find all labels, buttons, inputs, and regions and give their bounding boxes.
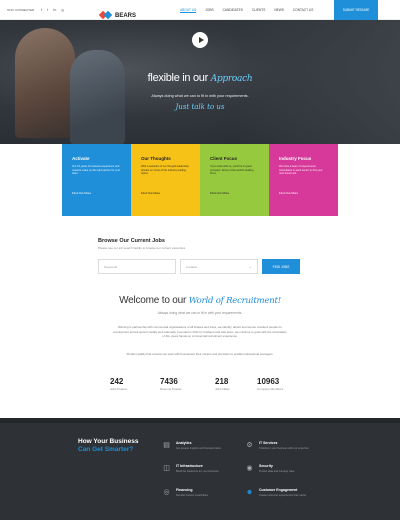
stat-jobs-posted: 242 Jobs Posted (110, 377, 127, 391)
server-icon: ◫ (163, 465, 170, 472)
services-heading: How Your Business Can Get Smarter? (78, 438, 138, 454)
service-title: Analytics (176, 441, 192, 445)
service-analytics[interactable]: ▤ Analytics Get greater insights and for… (162, 441, 242, 450)
service-title: Customer Engagement (259, 488, 298, 492)
tile-more-link[interactable]: Find Out More (279, 191, 298, 195)
tile-industry-focus: Industry Focus We have a team of experie… (269, 144, 338, 216)
service-desc: Get greater insights and forecast better… (176, 447, 222, 450)
stat-number: 218 (215, 377, 229, 386)
tile-thoughts: Our Thoughts With a selection of our tho… (131, 144, 200, 216)
footer-strip (0, 418, 400, 423)
tile-title: Our Thoughts (141, 156, 171, 161)
chevron-down-icon: ⌄ (248, 264, 252, 269)
stay-connected-label: STAY CONNECTED (7, 7, 35, 12)
chart-icon: ▤ (163, 442, 170, 449)
welcome-title-main: Welcome to our (119, 295, 187, 306)
service-desc: Protect data and manage risks. (259, 470, 295, 473)
nav-contact[interactable]: CONTACT US (293, 8, 313, 13)
nav-about[interactable]: ABOUT US (180, 8, 197, 13)
lock-icon: ◉ (246, 465, 253, 472)
submit-resume-button[interactable]: SUBMIT RESUME (334, 0, 378, 20)
tile-title: Industry Focus (279, 156, 312, 161)
welcome-paragraph: Product quality that ensures we work wit… (126, 352, 274, 356)
stat-label: Jobs Posted (110, 387, 127, 391)
tile-text: We have a team of experienced consultant… (279, 165, 323, 176)
gear-icon: ⚙ (246, 442, 253, 449)
service-desc: Transform your business with our experti… (259, 447, 310, 450)
feature-tiles: Activate Our 15 years of business experi… (62, 144, 338, 216)
stat-label: Resume Posted (160, 387, 182, 391)
top-header: STAY CONNECTED f t in g BEARS RECRUITMEN… (0, 0, 400, 25)
facebook-icon[interactable]: f (41, 7, 42, 12)
service-security[interactable]: ◉ Security Protect data and manage risks… (245, 464, 325, 473)
stat-label: Jobs Filled (215, 387, 230, 391)
hero-title-accent: Approach (210, 74, 253, 84)
keywords-placeholder: Keywords (104, 265, 118, 269)
tile-text: If you work with us, you'll be in good c… (210, 165, 254, 176)
jobs-heading: Browse Our Current Jobs (98, 238, 165, 244)
tile-activate: Activate Our 15 years of business experi… (62, 144, 131, 216)
location-placeholder: Location (186, 265, 198, 269)
tile-more-link[interactable]: Find Out More (141, 191, 160, 195)
linkedin-icon[interactable]: in (53, 7, 56, 12)
welcome-title: Welcome to our World of Recruitment! (0, 295, 400, 306)
service-title: IT Services (259, 441, 278, 445)
stat-resume-posted: 7436 Resume Posted (160, 377, 181, 391)
tile-text: Our 15 years of business experience and … (72, 165, 121, 176)
nav-clients[interactable]: CLIENTS (252, 8, 265, 13)
play-video-icon[interactable] (192, 32, 208, 48)
jobs-subheading: Please use our job search facility to br… (98, 246, 186, 250)
stat-number: 10963 (257, 377, 280, 386)
coin-icon: ◎ (163, 489, 170, 496)
hero-title-main: flexible in our (147, 72, 209, 84)
logo-text: BEARS (115, 13, 137, 19)
stat-number: 7436 (160, 377, 178, 386)
tile-title: Activate (72, 156, 90, 161)
nav-news[interactable]: NEWS (274, 8, 284, 13)
users-icon: ☻ (245, 489, 254, 496)
service-it-infrastructure[interactable]: ◫ IT Infrastructure Build the backbone f… (162, 464, 242, 473)
tile-text: With a selection of our thought leadersh… (141, 165, 189, 176)
stat-company-members: 10963 Company Members (257, 377, 283, 391)
service-financing[interactable]: ◎ Financing Flexible finance possibiliti… (162, 488, 242, 497)
stat-jobs-filled: 218 Jobs Filled (215, 377, 229, 391)
location-select[interactable]: Location ⌄ (180, 259, 258, 274)
service-customer-engagement[interactable]: ☻ Customer Engagement Create customer ex… (245, 488, 325, 497)
hero-talk-link[interactable]: Just talk to us (0, 103, 400, 111)
service-title: Security (259, 464, 273, 468)
services-heading-accent: Can Get Smarter? (78, 445, 134, 453)
stat-label: Company Members (257, 387, 284, 391)
services-heading-main: How Your Business (78, 438, 139, 445)
tile-client-focus: Client Focus If you work with us, you'll… (200, 144, 269, 216)
hero-title: flexible in our Approach (0, 72, 400, 84)
logo-icon (98, 10, 113, 20)
service-desc: Create customer experiences that matter. (259, 494, 307, 497)
tile-title: Client Focus (210, 156, 238, 161)
twitter-icon[interactable]: t (47, 7, 48, 12)
service-title: Financing (176, 488, 193, 492)
keywords-input[interactable]: Keywords (98, 259, 176, 274)
welcome-subtitle: Always doing what we can to fit in with … (157, 311, 243, 315)
find-jobs-button[interactable]: FIND JOBS (262, 259, 300, 274)
tile-more-link[interactable]: Find Out More (72, 191, 91, 195)
nav-jobs[interactable]: JOBS (205, 8, 213, 13)
service-desc: Build the backbone for your business. (176, 470, 220, 473)
nav-candidates[interactable]: CANDIDATES (223, 8, 243, 13)
service-desc: Flexible finance possibilities. (176, 494, 209, 497)
stat-number: 242 (110, 377, 124, 386)
google-icon[interactable]: g (61, 7, 63, 12)
welcome-title-accent: World of Recruitment! (188, 296, 281, 306)
main-nav: ABOUT US JOBS CANDIDATES CLIENTS NEWS CO… (180, 8, 313, 13)
service-it-services[interactable]: ⚙ IT Services Transform your business wi… (245, 441, 325, 450)
welcome-paragraph: Winning is partnership with commercial o… (113, 325, 287, 338)
service-title: IT Infrastructure (176, 464, 203, 468)
tile-more-link[interactable]: Find Out More (210, 191, 229, 195)
social-links: f t in g (41, 7, 64, 12)
hero-subtitle: Always doing what we can to fit in with … (151, 94, 249, 98)
